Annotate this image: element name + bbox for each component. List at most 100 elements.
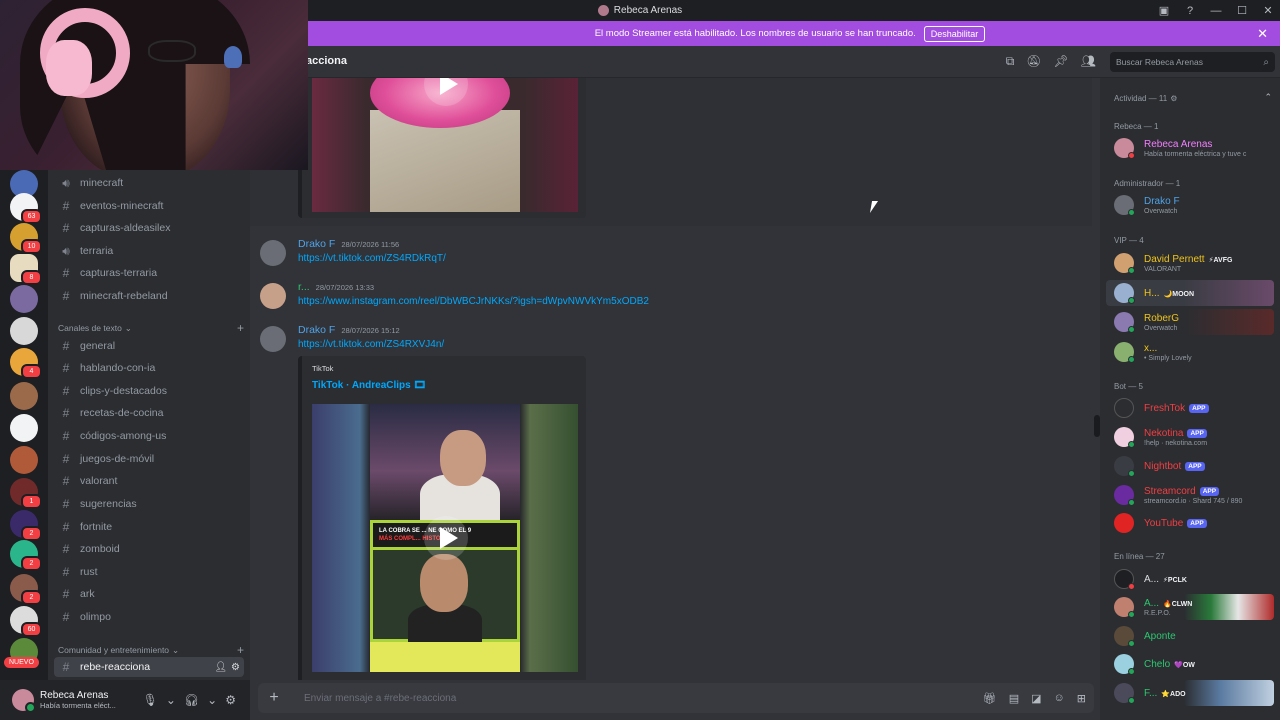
gear-icon[interactable]: ⚙ — [231, 662, 240, 673]
channel-recetas-de-cocina[interactable]: # recetas-de-cocina — [54, 403, 244, 423]
channel-general[interactable]: # general — [54, 336, 244, 356]
minimize-icon[interactable]: — — [1210, 5, 1222, 17]
chevron-down-icon[interactable]: ⌄ — [166, 693, 176, 707]
member-item[interactable]: x... • Simply Lovely — [1106, 339, 1274, 365]
member-item[interactable]: FreshTok APP — [1106, 395, 1274, 421]
channel-voice-minecraft[interactable]: 🔊︎ minecraft — [54, 173, 244, 193]
gif-icon[interactable]: ▤ — [1009, 692, 1019, 705]
server-icon[interactable]: 2 — [10, 540, 42, 571]
play-icon[interactable] — [424, 516, 468, 560]
message-link[interactable]: https://vt.tiktok.com/ZS4RXVJ4n/ — [298, 339, 444, 350]
invite-icon[interactable]: 👤︎ — [214, 662, 227, 673]
channel-olimpo[interactable]: # olimpo — [54, 607, 244, 627]
channel-capturas-aldeasilex[interactable]: # capturas-aldeasilex — [54, 218, 244, 238]
channel-zomboid[interactable]: # zomboid — [54, 539, 244, 559]
channel-eventos-minecraft[interactable]: # eventos-minecraft — [54, 196, 244, 216]
add-attachment-icon[interactable]: + — [266, 690, 282, 706]
server-icon[interactable] — [10, 414, 38, 442]
channel-clips-y-destacados[interactable]: # clips-y-destacados — [54, 381, 244, 401]
server-icon[interactable]: 63 — [10, 193, 42, 224]
channel-hablando-con-ia[interactable]: # hablando-con-ia — [54, 358, 244, 378]
activity-header[interactable]: Actividad — 11 ⚙ — [1114, 94, 1177, 103]
channel-rust[interactable]: # rust — [54, 562, 244, 582]
apps-icon[interactable]: ⊞ — [1077, 692, 1086, 705]
member-item[interactable]: F... ⭐ADO — [1106, 680, 1274, 706]
member-item[interactable]: RoberG Overwatch — [1106, 309, 1274, 335]
member-item[interactable]: YouTube APP — [1106, 510, 1274, 536]
channel-codigos-among-us[interactable]: # códigos-among-us — [54, 426, 244, 446]
inbox-icon[interactable]: ▣ — [1158, 4, 1170, 17]
add-channel-icon[interactable]: + — [237, 321, 244, 335]
member-item[interactable]: Drako F Overwatch — [1106, 192, 1274, 218]
emoji-icon[interactable]: ☺ — [1054, 692, 1065, 705]
chevron-down-icon[interactable]: ⌄ — [207, 693, 217, 707]
gift-icon[interactable]: 🎁︎ — [983, 692, 997, 705]
member-item[interactable]: Rebeca Arenas Había tormenta eléctrica y … — [1106, 135, 1274, 161]
member-item[interactable]: A... ⚡PCLK — [1106, 566, 1274, 592]
avatar[interactable] — [260, 283, 286, 309]
channel-rebe-reacciona[interactable]: # rebe-reacciona 👤︎ ⚙ — [54, 657, 244, 677]
channel-fortnite[interactable]: # fortnite — [54, 517, 244, 537]
headphones-icon[interactable]: 🎧︎ — [184, 693, 199, 707]
sticker-icon[interactable]: ◪ — [1031, 692, 1041, 705]
search-input[interactable]: Buscar Rebeca Arenas ⌕ — [1110, 52, 1275, 72]
server-icon[interactable] — [10, 317, 38, 345]
video-embed[interactable] — [298, 78, 586, 218]
message-author[interactable]: Drako F — [298, 238, 335, 250]
channel-sugerencias[interactable]: # sugerencias — [54, 494, 244, 514]
member-item[interactable]: Streamcord APP streamcord.io · Shard 745 /… — [1106, 482, 1274, 508]
channel-minecraft-rebeland[interactable]: # minecraft-rebeland — [54, 286, 244, 306]
member-item[interactable]: Aponte — [1106, 623, 1274, 649]
channel-valorant[interactable]: # valorant — [54, 471, 244, 491]
member-item[interactable]: Nekotina APP !help · nekotina.com — [1106, 424, 1274, 450]
embed-video[interactable]: LA COBRA SE ... NE COMO EL 9 MÁS COMPL...… — [312, 404, 578, 672]
channel-ark[interactable]: # ark — [54, 584, 244, 604]
message-link[interactable]: https://vt.tiktok.com/ZS4RDkRqT/ — [298, 253, 446, 264]
server-icon[interactable]: 2 — [10, 574, 42, 605]
channel-voice-terraria[interactable]: 🔊︎ terraria — [54, 241, 244, 261]
server-icon[interactable]: 60 — [10, 606, 42, 637]
channel-capturas-terraria[interactable]: # capturas-terraria — [54, 263, 244, 283]
headset-earcup — [46, 40, 92, 96]
server-icon[interactable]: 2 — [10, 510, 42, 541]
channel-label: zomboid — [80, 543, 120, 555]
gear-icon[interactable]: ⚙ — [225, 693, 236, 707]
add-channel-icon[interactable]: + — [237, 643, 244, 657]
avatar[interactable] — [260, 240, 286, 266]
disable-streamer-button[interactable]: Deshabilitar — [923, 25, 986, 42]
message-author[interactable]: Drako F — [298, 324, 335, 336]
server-icon[interactable]: 8 — [10, 254, 42, 285]
category-text-channels[interactable]: Canales de texto ⌄ + — [58, 321, 244, 335]
channel-juegos-de-movil[interactable]: # juegos-de-móvil — [54, 449, 244, 469]
message-author[interactable]: r... — [298, 281, 310, 293]
member-item[interactable]: Chelo 💜OW — [1106, 651, 1274, 677]
member-name: A... — [1144, 574, 1160, 585]
close-banner-icon[interactable]: ✕ — [1257, 26, 1268, 42]
server-icon[interactable] — [10, 446, 38, 474]
microphone-icon[interactable]: 🎙︎ — [143, 693, 158, 707]
member-item[interactable]: A... 🔥CLWN R.E.P.O. — [1106, 594, 1274, 620]
server-icon[interactable]: 4 — [10, 348, 42, 379]
member-list-icon[interactable]: 👥︎ — [1081, 54, 1096, 69]
server-icon[interactable]: 1 — [10, 478, 42, 509]
category-community[interactable]: Comunidad y entretenimiento ⌄ + — [58, 643, 244, 657]
server-icon[interactable]: 10 — [10, 223, 42, 254]
maximize-icon[interactable]: ☐ — [1236, 4, 1248, 17]
help-icon[interactable]: ? — [1184, 5, 1196, 17]
member-name: A... — [1144, 598, 1160, 609]
message-link[interactable]: https://www.instagram.com/reel/DbWBCJrNK… — [298, 296, 649, 307]
server-icon[interactable] — [10, 285, 38, 313]
member-item[interactable]: H... 🌙MOON — [1106, 280, 1274, 306]
threads-icon[interactable]: ⧉ — [1006, 54, 1015, 69]
pin-icon[interactable]: 📌︎ — [1054, 54, 1069, 69]
notifications-muted-icon[interactable]: 🔕︎ — [1026, 54, 1041, 69]
avatar[interactable] — [260, 326, 286, 352]
server-icon[interactable] — [10, 382, 38, 410]
chevron-up-icon[interactable]: ⌃ — [1264, 92, 1272, 103]
member-item[interactable]: David Pernett ⚡AVFG VALORANT — [1106, 250, 1274, 276]
message-input[interactable]: + Enviar mensaje a #rebe-reacciona 🎁︎ ▤ … — [258, 683, 1094, 713]
embed-title[interactable]: TikTok · AndreaClips 🎞 — [312, 380, 426, 391]
avatar[interactable] — [12, 689, 36, 713]
close-window-icon[interactable]: ✕ — [1262, 4, 1274, 17]
member-item[interactable]: Nightbot APP — [1106, 453, 1274, 479]
